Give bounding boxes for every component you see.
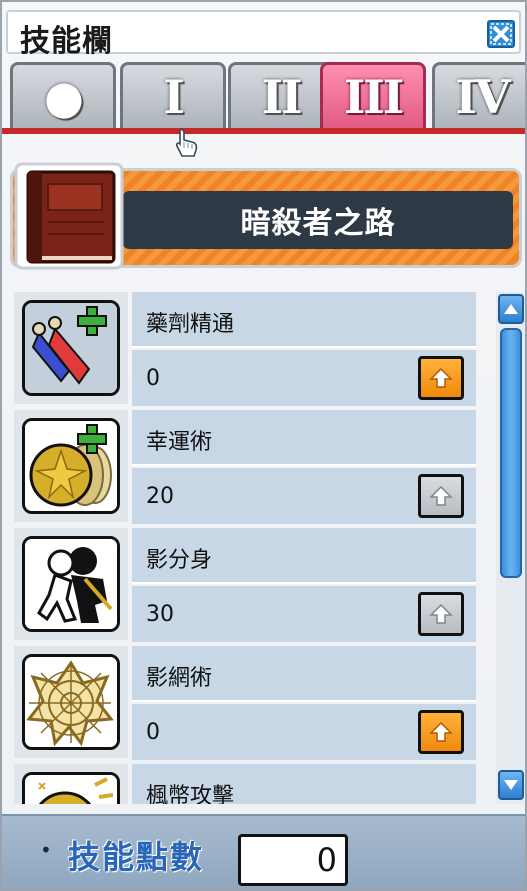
tab-label: I	[163, 69, 184, 124]
tab-beginner[interactable]: ●	[10, 62, 116, 128]
arrow-up-icon	[504, 304, 518, 314]
tab-label: II	[261, 69, 302, 124]
skill-points-box: 0	[238, 834, 348, 886]
job-name: 暗殺者之路	[240, 206, 396, 241]
skill-upgrade-button[interactable]	[418, 710, 464, 754]
skill-upgrade-button[interactable]	[418, 474, 464, 518]
skill-name: 藥劑精通	[146, 312, 235, 337]
close-icon	[490, 23, 512, 45]
skill-name: 幸運術	[146, 430, 213, 455]
shadow-web-icon	[25, 657, 117, 747]
tab-job-1[interactable]: I	[120, 62, 226, 128]
skill-list[interactable]: 藥劑精通 0 幸運術 20 影分身 30 影網術 0 楓幣攻擊	[14, 292, 476, 804]
arrow-up-icon	[429, 367, 453, 388]
skill-level: 0	[146, 720, 160, 745]
tab-underline	[2, 128, 525, 134]
skill-row: 藥劑精通 0	[14, 292, 476, 406]
lucky-coin-icon	[25, 421, 117, 511]
job-name-box: 暗殺者之路	[123, 191, 513, 249]
shadow-partner-icon	[25, 539, 117, 629]
bullet: •	[40, 838, 52, 862]
skill-level: 20	[146, 484, 174, 509]
skill-upgrade-button[interactable]	[418, 356, 464, 400]
scroll-up-button[interactable]	[498, 294, 524, 324]
tab-label: ●	[43, 69, 84, 124]
skill-name: 楓幣攻擊	[146, 784, 235, 804]
job-tabs: ● I II III IV	[2, 62, 525, 132]
window-title: 技能欄	[20, 24, 113, 59]
red-book-icon	[14, 162, 124, 270]
tab-label: III	[343, 69, 405, 124]
scroll-down-button[interactable]	[498, 770, 524, 800]
scroll-thumb[interactable]	[500, 328, 522, 578]
skill-name: 影網術	[146, 666, 213, 691]
skill-upgrade-button[interactable]	[418, 592, 464, 636]
title-bar[interactable]: 技能欄	[6, 10, 521, 59]
skill-row: 幸運術 20	[14, 410, 476, 524]
skill-row: 影分身 30	[14, 528, 476, 642]
tab-label: IV	[455, 69, 510, 124]
skill-list-scrollbar[interactable]	[496, 292, 525, 804]
skill-points-label: 技能點數	[68, 838, 205, 876]
arrow-up-disabled-icon	[429, 603, 453, 624]
skill-points-footer: • 技能點數 0	[2, 814, 525, 889]
arrow-up-disabled-icon	[429, 485, 453, 506]
tab-job-4[interactable]: IV	[432, 62, 525, 128]
tab-job-3[interactable]: III	[320, 62, 426, 128]
close-button[interactable]	[487, 20, 515, 48]
arrow-down-icon	[504, 780, 518, 790]
tab-job-2[interactable]: II	[228, 62, 334, 128]
skill-row: 楓幣攻擊	[14, 764, 476, 804]
skill-window: 技能欄 ● I II III IV 暗殺者之路 藥劑精通 0 幸運術 20 影分…	[0, 0, 527, 891]
potion-mastery-icon	[25, 303, 117, 393]
skill-points-value: 0	[316, 841, 337, 879]
arrow-up-icon	[429, 721, 453, 742]
meso-explosion-icon	[25, 775, 117, 804]
skill-row: 影網術 0	[14, 646, 476, 760]
skill-level: 30	[146, 602, 174, 627]
skill-name: 影分身	[146, 548, 213, 573]
skill-level: 0	[146, 366, 160, 391]
hand-cursor-icon	[175, 128, 198, 157]
